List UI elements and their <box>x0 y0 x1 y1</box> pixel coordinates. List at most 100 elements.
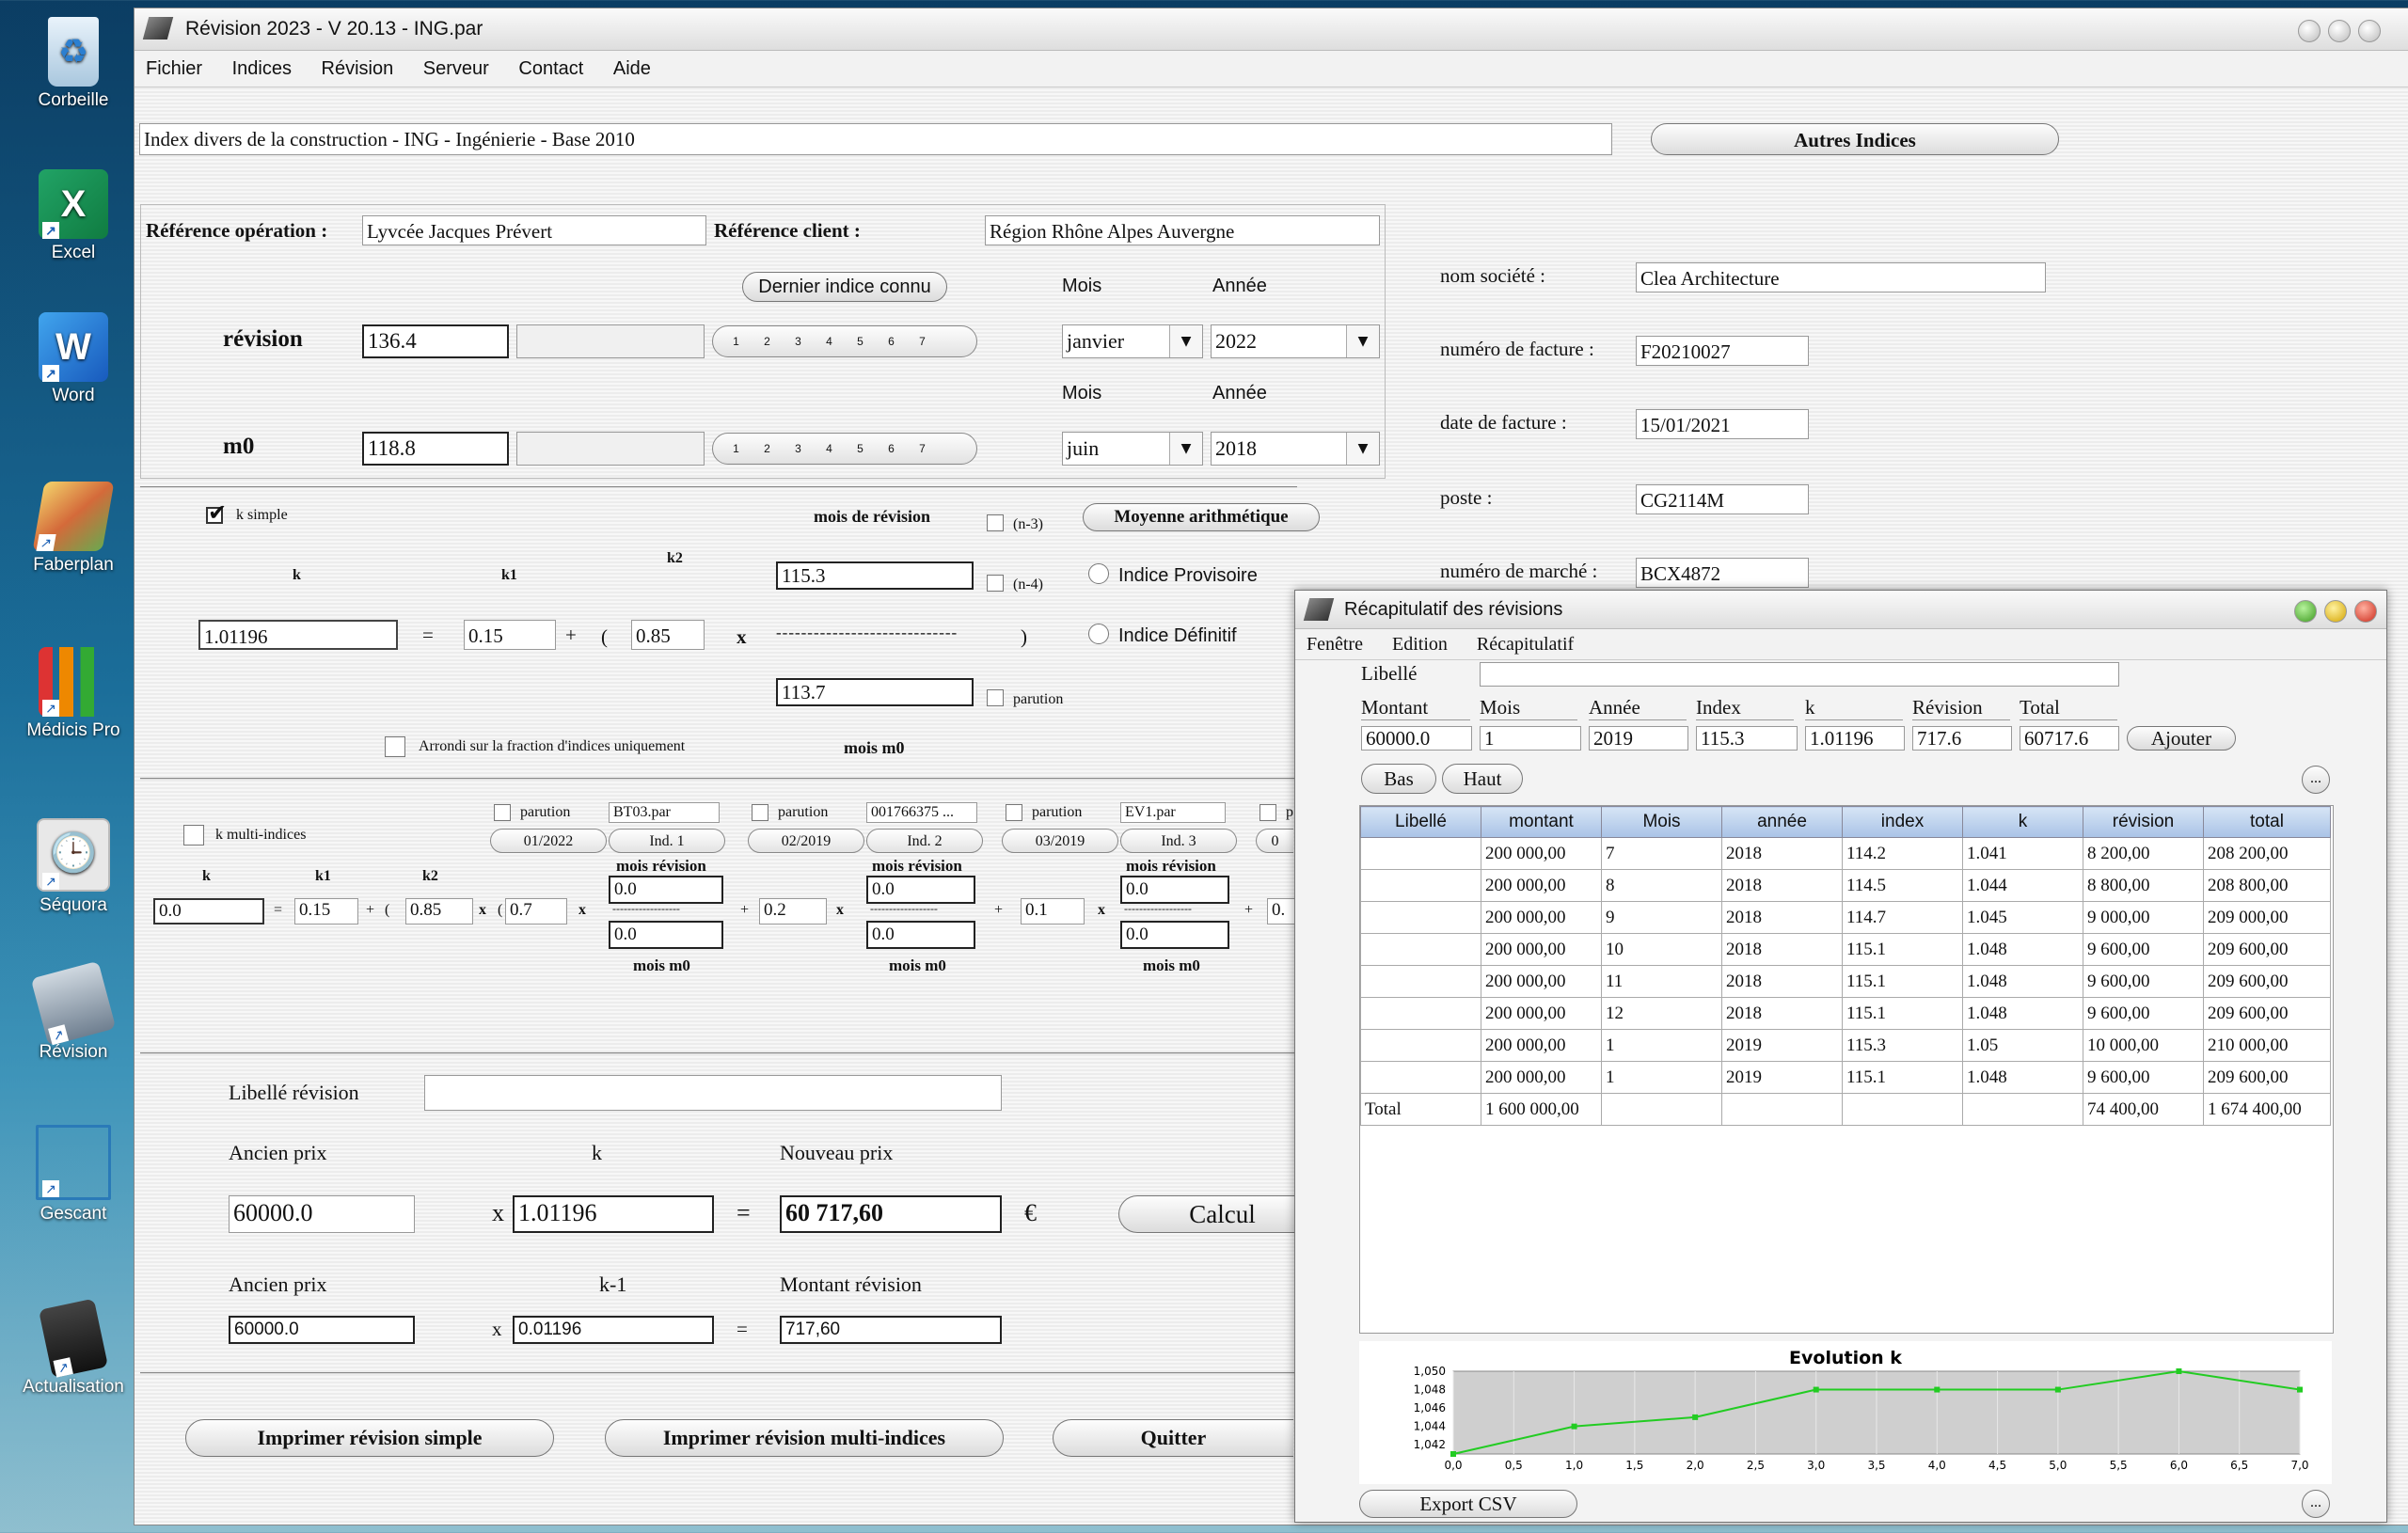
desktop-icon-word[interactable]: W ↗ Word <box>19 312 128 406</box>
stepper-3[interactable]: 3 <box>783 326 814 356</box>
column-header[interactable]: Libellé <box>1360 806 1481 838</box>
menu-recapitulatif[interactable]: Récapitulatif <box>1477 634 1574 655</box>
coef-3-field[interactable]: 0.1 <box>1021 898 1085 925</box>
desktop-icon-gescant[interactable]: ↗ Gescant <box>19 1125 128 1225</box>
indice-provisoire-radio[interactable] <box>1088 563 1109 584</box>
libelle-field[interactable] <box>1480 662 2119 687</box>
stepper-5[interactable]: 5 <box>845 434 876 464</box>
chevron-down-icon[interactable]: ▼ <box>1169 433 1202 465</box>
bas-button[interactable]: Bas <box>1361 764 1436 794</box>
stepper-7[interactable]: 7 <box>907 326 938 356</box>
multi-k1-field[interactable]: 0.15 <box>294 898 358 925</box>
montant-field[interactable]: 60000.0 <box>1361 726 1472 751</box>
ind-2-rev-field[interactable]: 0.0 <box>866 876 975 904</box>
imprimer-multi-button[interactable]: Imprimer révision multi-indices <box>605 1419 1004 1457</box>
stepper-2[interactable]: 2 <box>752 434 783 464</box>
column-header[interactable]: total <box>2203 806 2331 838</box>
m0-extra-field[interactable] <box>516 432 705 466</box>
menu-revision[interactable]: Révision <box>322 58 394 79</box>
menu-serveur[interactable]: Serveur <box>423 58 489 79</box>
table-row[interactable]: 200 000,00 10 2018 115.1 1.048 9 600,00 209 60… <box>1360 933 2331 966</box>
stepper-4[interactable]: 4 <box>814 434 845 464</box>
ind-3-button[interactable]: Ind. 3 <box>1120 829 1237 853</box>
chevron-down-icon[interactable]: ▼ <box>1169 325 1202 357</box>
arrondi-checkbox[interactable] <box>385 736 405 757</box>
k-simple-checkbox[interactable]: ✔ <box>206 499 227 526</box>
parution-checkbox[interactable] <box>987 689 1004 706</box>
ind-1-rev-field[interactable]: 0.0 <box>609 876 723 904</box>
ref-operation-field[interactable]: Lyvcée Jacques Prévert <box>362 215 706 245</box>
minimize-button[interactable] <box>2298 20 2321 42</box>
ind-1-m0-field[interactable]: 0.0 <box>609 921 723 949</box>
menu-contact[interactable]: Contact <box>518 58 583 79</box>
date-3-button[interactable]: 03/2019 <box>1002 829 1118 853</box>
ind-1-button[interactable]: Ind. 1 <box>609 829 725 853</box>
stepper-4[interactable]: 4 <box>814 326 845 356</box>
table-row[interactable]: 200 000,00 1 2019 115.3 1.05 10 000,00 210 000… <box>1360 1029 2331 1062</box>
stepper-5[interactable]: 5 <box>845 326 876 356</box>
parution-4-checkbox[interactable] <box>1259 804 1276 821</box>
k-multi-checkbox[interactable] <box>183 825 204 846</box>
quitter-button[interactable]: Quitter <box>1053 1419 1293 1457</box>
coef-2-field[interactable]: 0.2 <box>759 898 827 925</box>
m0-annee-select[interactable]: 2018 ▼ <box>1211 432 1380 466</box>
column-header[interactable]: année <box>1721 806 1843 838</box>
revision-stepper[interactable]: 1234567 <box>712 325 977 357</box>
table-row[interactable]: 200 000,00 8 2018 114.5 1.044 8 800,00 208 800… <box>1360 869 2331 902</box>
k2-value-field[interactable]: 0.85 <box>631 620 705 650</box>
desktop-icon-corbeille[interactable]: ♻ Corbeille <box>19 17 128 111</box>
ind-2-button[interactable]: Ind. 2 <box>866 829 983 853</box>
menu-aide[interactable]: Aide <box>613 58 651 79</box>
file-2-field[interactable]: 001766375 ... <box>866 802 977 823</box>
stepper-7[interactable]: 7 <box>907 434 938 464</box>
desktop-icon-faberplan[interactable]: ↗ Faberplan <box>19 482 128 576</box>
m0-mois-select[interactable]: juin ▼ <box>1062 432 1203 466</box>
column-header[interactable]: index <box>1842 806 1963 838</box>
haut-button[interactable]: Haut <box>1442 764 1523 794</box>
total-field[interactable]: 60717.6 <box>2020 726 2119 751</box>
desktop-icon-sequora[interactable]: 🕒 ↗ Séquora <box>19 818 128 916</box>
revision-mois-select[interactable]: janvier ▼ <box>1062 324 1203 358</box>
recap-close-button[interactable] <box>2354 600 2377 623</box>
n3-checkbox[interactable] <box>987 514 1004 531</box>
column-header[interactable]: montant <box>1481 806 1602 838</box>
montant-revision-field[interactable]: 717,60 <box>780 1316 1002 1344</box>
date-2-button[interactable]: 02/2019 <box>748 829 864 853</box>
stepper-6[interactable]: 6 <box>876 326 907 356</box>
ind-3-m0-field[interactable]: 0.0 <box>1120 921 1229 949</box>
poste-field[interactable]: CG2114M <box>1636 484 1809 514</box>
file-3-field[interactable]: EV1.par <box>1120 802 1226 823</box>
date-facture-field[interactable]: 15/01/2021 <box>1636 409 1809 439</box>
numero-facture-field[interactable]: F20210027 <box>1636 336 1809 366</box>
indice-definitif-radio[interactable] <box>1088 624 1109 644</box>
numero-marche-field[interactable]: BCX4872 <box>1636 558 1809 588</box>
menu-edition[interactable]: Edition <box>1392 634 1448 655</box>
table-row[interactable]: 200 000,00 11 2018 115.1 1.048 9 600,00 209 60… <box>1360 965 2331 998</box>
parution-3-checkbox[interactable] <box>1006 804 1022 821</box>
stepper-1[interactable]: 1 <box>721 326 752 356</box>
revision-field[interactable]: 717.6 <box>1912 726 2012 751</box>
moyenne-arithmetique-button[interactable]: Moyenne arithmétique <box>1083 503 1320 531</box>
index-title-field[interactable]: Index divers de la construction - ING - … <box>139 123 1612 155</box>
ajouter-button[interactable]: Ajouter <box>2127 726 2236 751</box>
imprimer-simple-button[interactable]: Imprimer révision simple <box>185 1419 554 1457</box>
m0-stepper[interactable]: 1234567 <box>712 433 977 465</box>
desktop-icon-medicis[interactable]: ↗ Médicis Pro <box>19 647 128 741</box>
libelle-revision-field[interactable] <box>424 1075 1002 1111</box>
close-button[interactable] <box>2358 20 2381 42</box>
table-row[interactable]: 200 000,00 1 2019 115.1 1.048 9 600,00 209 600… <box>1360 1061 2331 1094</box>
num-index-field[interactable]: 115.3 <box>776 561 974 590</box>
menu-fichier[interactable]: Fichier <box>146 58 202 79</box>
den-index-field[interactable]: 113.7 <box>776 678 974 706</box>
desktop-icon-actualisation[interactable]: ↗ Actualisation <box>19 1298 128 1398</box>
export-csv-button[interactable]: Export CSV <box>1359 1490 1577 1518</box>
multi-k-field[interactable]: 0.0 <box>153 898 264 925</box>
date-1-button[interactable]: 01/2022 <box>490 829 607 853</box>
table-total-row[interactable]: Total 1 600 000,00 74 400,00 1 674 400,00 <box>1360 1093 2331 1126</box>
stepper-3[interactable]: 3 <box>783 434 814 464</box>
mois-field[interactable]: 1 <box>1480 726 1581 751</box>
k-field[interactable]: 1.01196 <box>1805 726 1905 751</box>
k-minus-1-field[interactable]: 0.01196 <box>513 1316 714 1344</box>
chevron-down-icon[interactable]: ▼ <box>1346 433 1379 465</box>
ind-2-m0-field[interactable]: 0.0 <box>866 921 975 949</box>
